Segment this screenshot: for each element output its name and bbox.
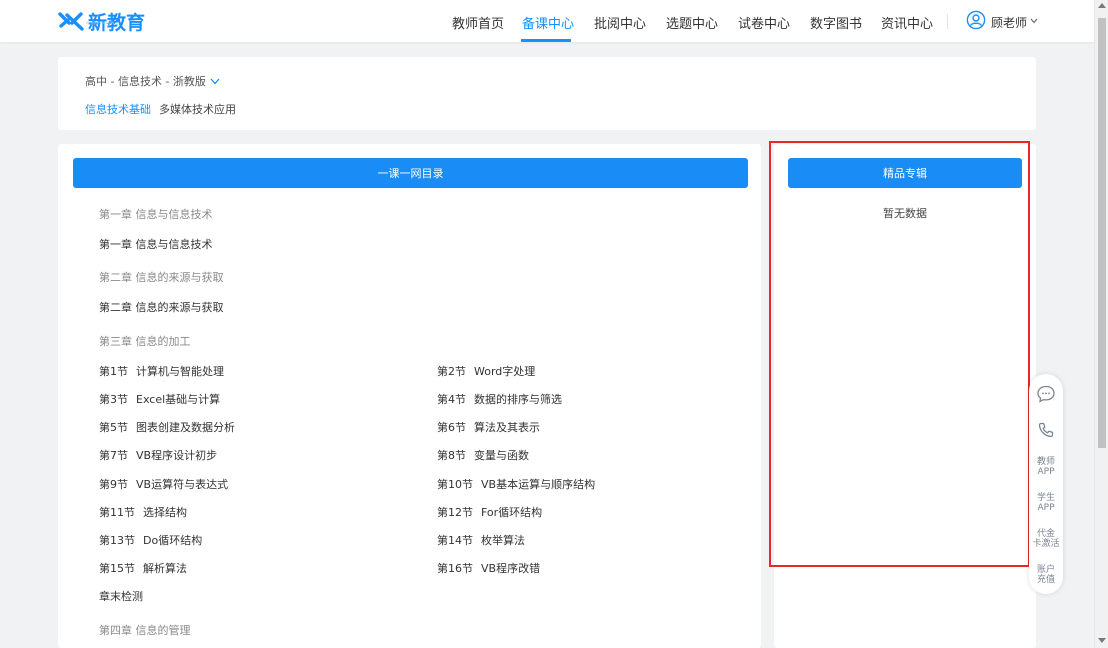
section-item[interactable]: 第2节 Word字处理	[437, 363, 535, 379]
section-item[interactable]: 第13节 Do循环结构	[99, 532, 202, 548]
section-item[interactable]: 第1节 计算机与智能处理	[99, 363, 224, 379]
scroll-up-arrow-icon[interactable]	[1098, 3, 1106, 8]
nav-teacher-home[interactable]: 教师首页	[452, 13, 504, 32]
tab-multimedia[interactable]: 多媒体技术应用	[159, 101, 236, 117]
catalog-card: 一课一网目录 第一章 信息与信息技术 第一章 信息与信息技术 第二章 信息的来源…	[58, 144, 761, 648]
filter-card: 高中 - 信息技术 - 浙教版 信息技术基础 多媒体技术应用	[58, 57, 1036, 130]
logo-subtext: xinjiaoyu.com	[86, 20, 114, 25]
scroll-down-arrow-icon[interactable]	[1098, 638, 1106, 643]
chapter-test-link[interactable]: 章末检测	[99, 588, 143, 604]
account-recharge-link[interactable]: 账户 充值	[1029, 565, 1063, 585]
featured-header-label: 精品专辑	[883, 167, 927, 180]
section-item[interactable]: 第10节 VB基本运算与顺序结构	[437, 476, 595, 492]
section-item[interactable]: 第12节 For循环结构	[437, 504, 542, 520]
section-item[interactable]: 第16节 VB程序改错	[437, 560, 540, 576]
teacher-app-link[interactable]: 教师 APP	[1029, 457, 1063, 477]
nav-lesson-prep[interactable]: 备课中心	[522, 13, 574, 32]
chapter-title: 第三章 信息的加工	[99, 335, 191, 348]
nav-question-bank[interactable]: 选题中心	[666, 13, 718, 32]
user-menu[interactable]: 顾老师	[966, 10, 1038, 34]
page-scrollbar[interactable]	[1094, 0, 1108, 648]
chapter-link[interactable]: 第一章 信息与信息技术	[99, 236, 213, 252]
section-item[interactable]: 第9节 VB运算符与表达式	[99, 476, 228, 492]
section-item[interactable]: 第3节 Excel基础与计算	[99, 391, 220, 407]
chevron-down-icon	[1030, 17, 1038, 27]
section-item[interactable]: 第7节 VB程序设计初步	[99, 447, 217, 463]
nav-grading[interactable]: 批阅中心	[594, 13, 646, 32]
phone-icon[interactable]	[1034, 418, 1058, 442]
catalog-header-label: 一课一网目录	[377, 167, 444, 180]
catalog-header: 一课一网目录	[73, 158, 748, 188]
section-item[interactable]: 第14节 枚举算法	[437, 532, 525, 548]
empty-state-text: 暂无数据	[883, 207, 927, 220]
chat-bubble-icon[interactable]	[1034, 382, 1058, 406]
logo-mark-icon	[58, 12, 84, 31]
floating-tool-panel: 教师 APP 学生 APP 代金 卡激活 账户 充值	[1029, 374, 1063, 594]
nav-divider	[947, 14, 948, 29]
top-header: 新教育 xinjiaoyu.com 教师首页 备课中心 批阅中心 选题中心 试卷…	[0, 0, 1094, 42]
active-nav-indicator	[521, 39, 571, 42]
section-item[interactable]: 第8节 变量与函数	[437, 447, 529, 463]
nav-news[interactable]: 资讯中心	[881, 13, 933, 32]
featured-header: 精品专辑	[788, 158, 1022, 188]
breadcrumb-selector[interactable]: 高中 - 信息技术 - 浙教版	[85, 73, 220, 89]
section-item[interactable]: 第4节 数据的排序与筛选	[437, 391, 562, 407]
nav-digital-books[interactable]: 数字图书	[810, 13, 862, 32]
section-item[interactable]: 第5节 图表创建及数据分析	[99, 419, 235, 435]
section-item[interactable]: 第11节 选择结构	[99, 504, 187, 520]
chevron-down-icon	[210, 75, 220, 88]
section-item[interactable]: 第15节 解析算法	[99, 560, 187, 576]
featured-card: 精品专辑 暂无数据	[774, 144, 1036, 648]
chapter-title: 第四章 信息的管理	[99, 624, 191, 637]
section-item[interactable]: 第6节 算法及其表示	[437, 419, 540, 435]
nav-papers[interactable]: 试卷中心	[738, 13, 790, 32]
chapter-title: 第二章 信息的来源与获取	[99, 271, 224, 284]
student-app-link[interactable]: 学生 APP	[1029, 493, 1063, 513]
user-circle-icon	[966, 10, 986, 34]
scrollbar-thumb[interactable]	[1098, 18, 1106, 448]
breadcrumb-text: 高中 - 信息技术 - 浙教版	[85, 75, 206, 88]
chapter-title: 第一章 信息与信息技术	[99, 208, 213, 221]
chapter-link[interactable]: 第二章 信息的来源与获取	[99, 299, 224, 315]
user-name: 顾老师	[991, 15, 1028, 30]
voucher-activate-link[interactable]: 代金 卡激活	[1029, 529, 1063, 549]
tab-info-tech-basics[interactable]: 信息技术基础	[85, 101, 151, 117]
